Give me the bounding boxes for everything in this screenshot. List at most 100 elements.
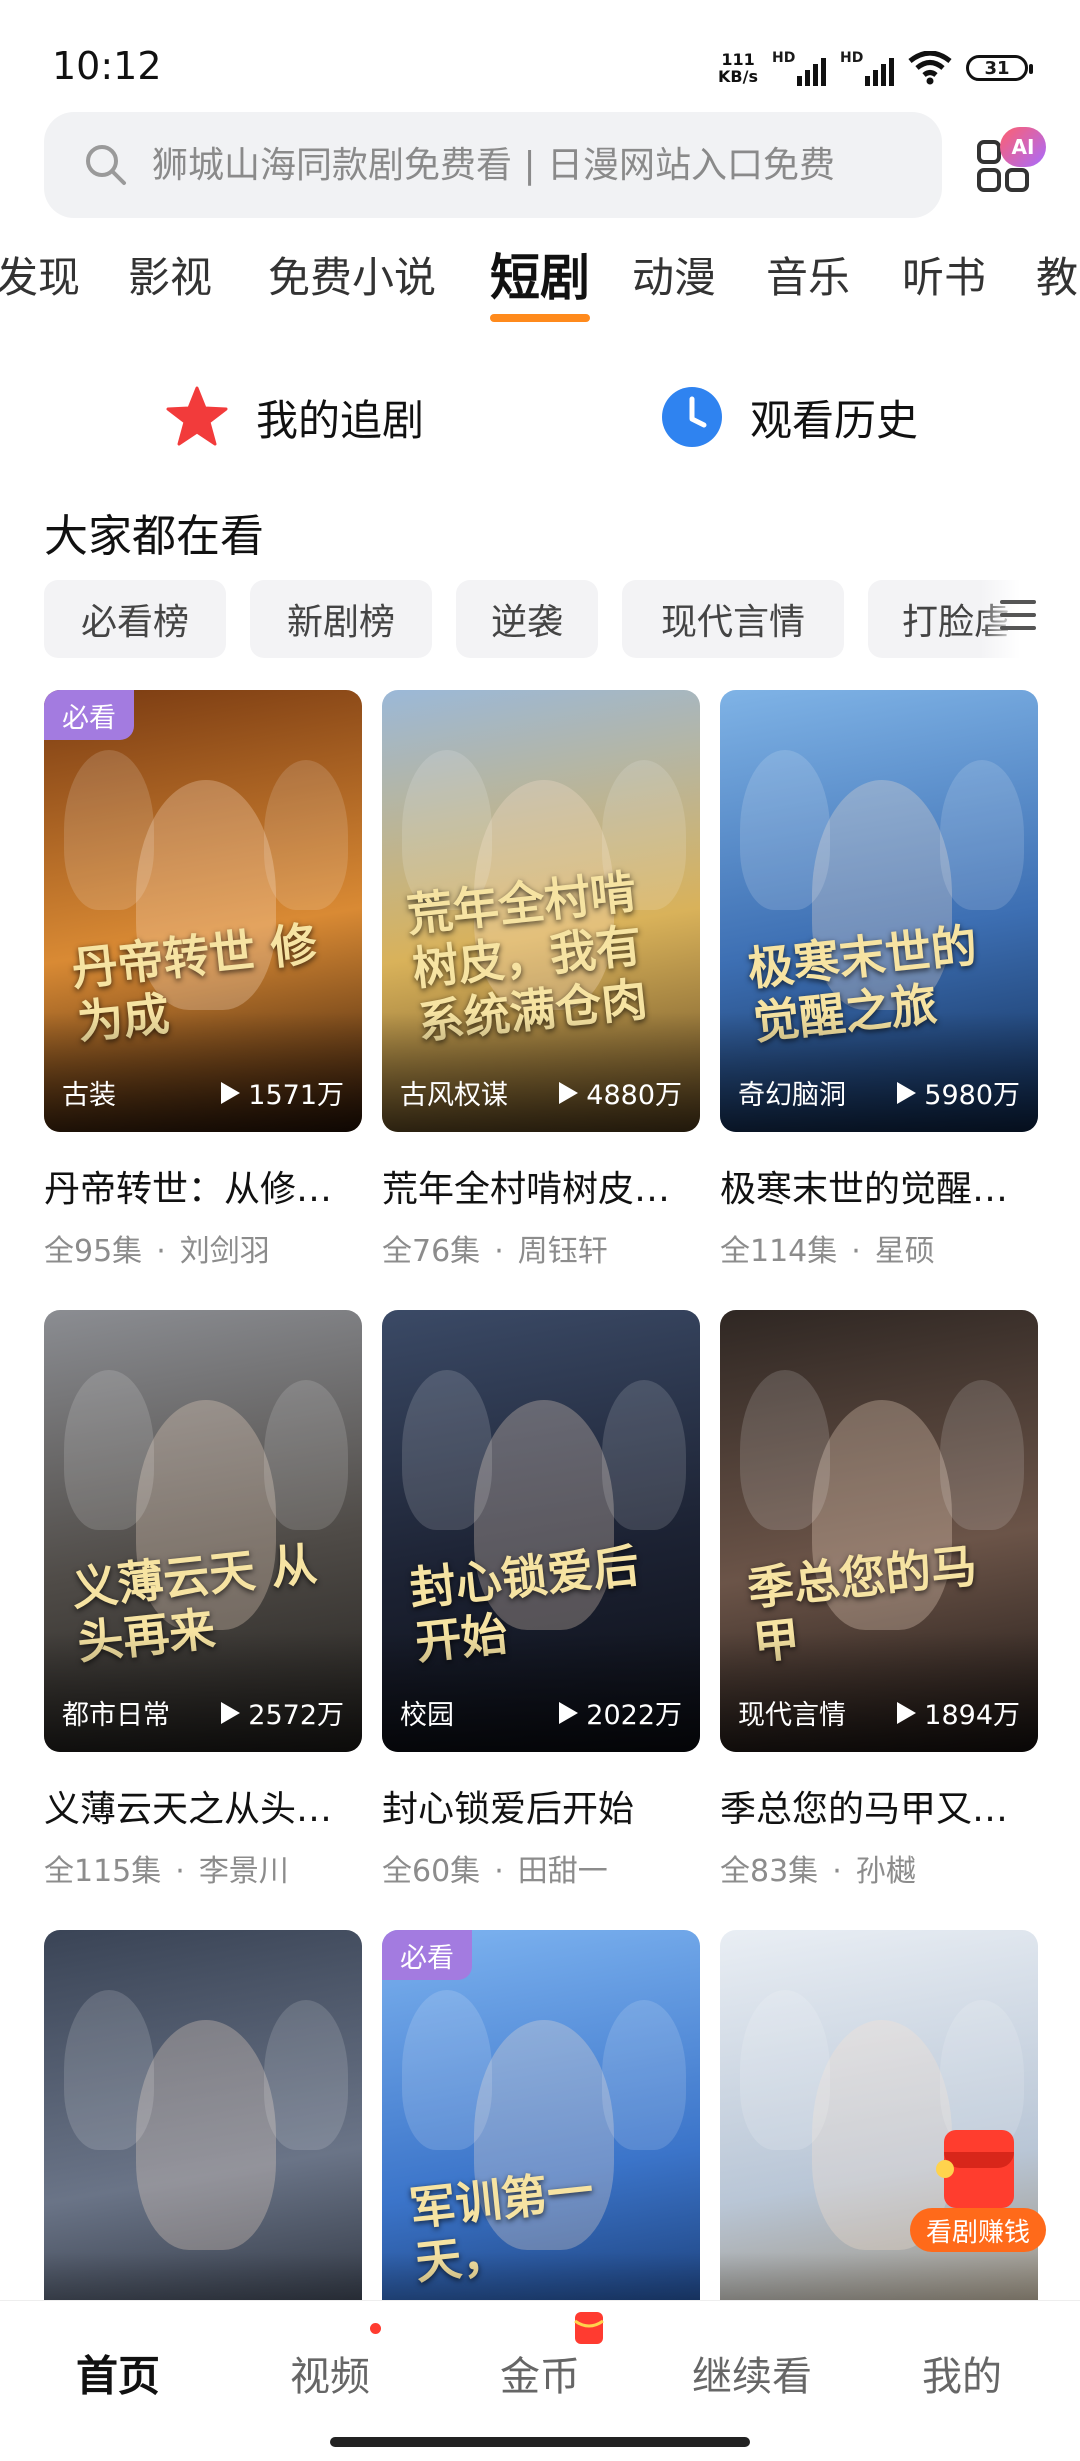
watch-history-label: 观看历史 — [750, 395, 919, 445]
meta-separator: · — [494, 1854, 504, 1889]
poster-figure — [940, 1380, 1024, 1530]
poster-figure — [264, 2000, 348, 2150]
active-tab-indicator — [490, 314, 590, 322]
drama-meta: 全83集 · 孙樾 — [720, 1846, 1038, 1890]
drama-title[interactable]: 荒年全村啃树皮，我有系统满仓肉 — [382, 1160, 700, 1212]
ai-badge[interactable]: AI — [1000, 127, 1046, 167]
search-input[interactable] — [150, 143, 894, 187]
play-count-value: 4880万 — [586, 1080, 682, 1111]
search-bar[interactable] — [44, 112, 942, 218]
poster-figure — [402, 1370, 492, 1530]
play-count: 1894万 — [894, 1693, 1020, 1732]
drama-meta: 全60集 · 田甜一 — [382, 1846, 700, 1890]
clock: 10:12 — [52, 44, 162, 88]
coin-icon — [936, 2160, 954, 2178]
play-count: 2572万 — [218, 1693, 344, 1732]
poster-figure — [136, 2020, 276, 2250]
speed-value: 111 — [721, 50, 755, 69]
genre-tag: 校园 — [400, 1700, 454, 1731]
meta-separator: · — [832, 1854, 842, 1889]
my-follow-button[interactable]: 我的追剧 — [164, 372, 424, 462]
search-icon — [86, 145, 126, 185]
must-watch-badge: 必看 — [44, 690, 134, 740]
drama-meta: 全114集 · 星硕 — [720, 1226, 1038, 1270]
section-title: 大家都在看 — [44, 511, 264, 562]
meta-separator: · — [156, 1234, 166, 1269]
lead-actor: 刘剑羽 — [179, 1234, 270, 1269]
play-count-value: 1894万 — [924, 1700, 1020, 1731]
drama-poster[interactable]: 封心锁爱后开始 校园 2022万 — [382, 1310, 700, 1752]
tab-free-novel[interactable]: 免费小说 — [268, 244, 436, 305]
poster-figure — [64, 750, 154, 910]
poster-figure — [602, 1380, 686, 1530]
chip-modern-romance[interactable]: 现代言情 — [622, 580, 844, 658]
poster-figure — [740, 1370, 830, 1530]
poster-shade — [44, 1012, 362, 1132]
nav-continue[interactable]: 继续看 — [692, 2344, 812, 2402]
drama-poster[interactable]: 义薄云天 从头再来 都市日常 2572万 — [44, 1310, 362, 1752]
poster-shade — [382, 1012, 700, 1132]
drama-card[interactable]: 义薄云天 从头再来 都市日常 2572万 义薄云天之从头再来 全115集 · 李景川 — [44, 1310, 362, 1890]
tab-video[interactable]: 影视 — [128, 244, 212, 305]
play-count-value: 2022万 — [586, 1700, 682, 1731]
drama-title[interactable]: 极寒末世的觉醒之旅 — [720, 1160, 1038, 1212]
poster-shade — [382, 1632, 700, 1752]
nav-video[interactable]: 视频 — [290, 2344, 370, 2402]
menu-icon[interactable] — [1000, 600, 1036, 634]
my-follow-label: 我的追剧 — [256, 395, 425, 445]
drama-card[interactable]: 季总您的马甲 现代言情 1894万季总您的马甲又掉了全83集 · 孙樾 — [720, 1310, 1038, 1890]
play-count: 5980万 — [894, 1073, 1020, 1112]
play-icon — [221, 1701, 241, 1724]
tab-anime[interactable]: 动漫 — [632, 244, 716, 305]
play-icon — [559, 1081, 579, 1104]
poster-figure — [264, 1380, 348, 1530]
poster-shade — [720, 1012, 1038, 1132]
poster-figure — [264, 760, 348, 910]
meta-separator: · — [494, 1234, 504, 1269]
meta-separator: · — [851, 1234, 861, 1269]
poster-figure — [64, 1370, 154, 1530]
earn-money-promo[interactable]: 看剧赚钱 — [910, 2130, 1046, 2254]
tab-discover[interactable]: 发现 — [0, 244, 80, 305]
drama-card[interactable]: 丹帝转世 修为成必看古装1571万丹帝转世：从修仙成魔开始全95集·刘剑羽 — [44, 690, 362, 1270]
lead-actor: 田甜一 — [517, 1854, 608, 1889]
drama-card[interactable]: 封心锁爱后开始 校园 2022万 封心锁爱后开始 全60集 · 田甜一 — [382, 1310, 700, 1890]
play-count-value: 1571万 — [248, 1080, 344, 1111]
drama-card[interactable]: 极寒末世的 觉醒之旅奇幻脑洞5980万极寒末世的觉醒之旅全114集·星硕 — [720, 690, 1038, 1270]
nav-home[interactable]: 首页 — [76, 2343, 160, 2404]
episode-count: 全60集 — [382, 1854, 481, 1889]
play-icon — [559, 1701, 579, 1724]
drama-title[interactable]: 丹帝转世：从修仙成魔开始 — [44, 1160, 362, 1212]
drama-poster[interactable]: 丹帝转世 修为成 必看 古装 1571万 — [44, 690, 362, 1132]
speed-unit: KB/s — [718, 67, 758, 86]
drama-poster[interactable]: 季总您的马甲 现代言情 1894万 — [720, 1310, 1038, 1752]
poster-shade — [720, 1632, 1038, 1752]
drama-poster[interactable]: 极寒末世的 觉醒之旅奇幻脑洞5980万 — [720, 690, 1038, 1132]
tab-music[interactable]: 音乐 — [766, 244, 850, 305]
play-count: 1571万 — [218, 1073, 344, 1112]
chip-counterattack[interactable]: 逆袭 — [456, 580, 598, 658]
tab-audiobook[interactable]: 听书 — [902, 244, 986, 305]
chip-new[interactable]: 新剧榜 — [250, 580, 432, 658]
watch-history-button[interactable]: 观看历史 — [660, 372, 918, 462]
drama-title[interactable]: 义薄云天之从头再来 — [44, 1780, 362, 1832]
play-icon — [897, 1081, 917, 1104]
play-count-value: 2572万 — [248, 1700, 344, 1731]
drama-title[interactable]: 季总您的马甲又掉了 — [720, 1780, 1038, 1832]
battery-icon: 31 — [966, 55, 1033, 81]
drama-title[interactable]: 封心锁爱后开始 — [382, 1780, 700, 1832]
drama-meta: 全76集 · 周钰轩 — [382, 1226, 700, 1270]
nav-coins[interactable]: 金币 — [500, 2344, 580, 2402]
chip-must-watch[interactable]: 必看榜 — [44, 580, 226, 658]
hd-label-2: HD — [840, 50, 864, 66]
nav-mine[interactable]: 我的 — [922, 2344, 1002, 2402]
drama-poster[interactable]: 荒年全村啃树皮，我有系统满仓肉 古风权谋 4880万 — [382, 690, 700, 1132]
episode-count: 全114集 — [720, 1234, 838, 1269]
red-envelope-icon — [944, 2130, 1014, 2208]
tab-education[interactable]: 教 — [1036, 244, 1078, 305]
play-icon — [221, 1081, 241, 1104]
tab-short-drama[interactable]: 短剧 — [490, 244, 590, 310]
drama-card[interactable]: 荒年全村啃树皮，我有系统满仓肉古风权谋4880万荒年全村啃树皮，我有系统满仓肉全… — [382, 690, 700, 1270]
play-count: 2022万 — [556, 1693, 682, 1732]
episode-count: 全76集 — [382, 1234, 481, 1269]
